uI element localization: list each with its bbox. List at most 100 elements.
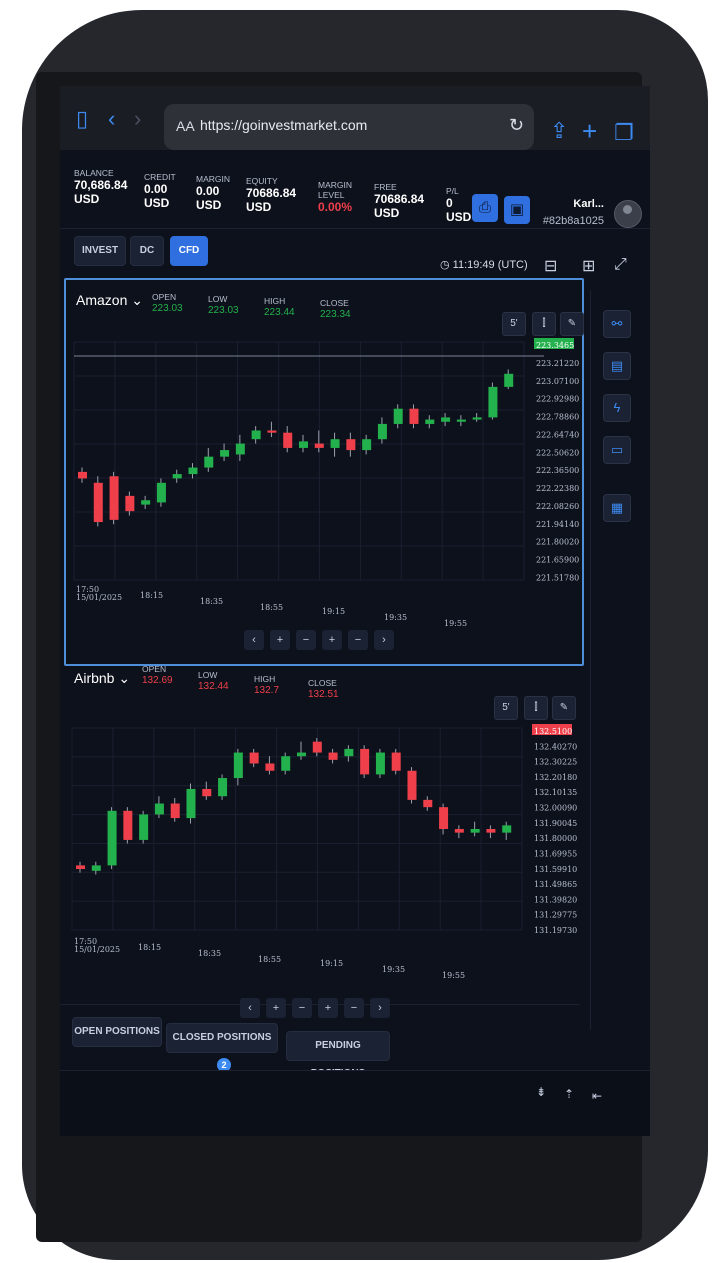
tab-dc[interactable]: DC [130,236,164,266]
calendar-button[interactable]: ▦ [603,494,631,522]
zoom-in-time-button[interactable]: + [322,629,342,650]
candle-body [125,495,135,512]
tab-cfd[interactable]: CFD [170,236,208,266]
zoom-out-time-button[interactable]: − [348,629,368,650]
candle-body [297,752,306,757]
tab-open-positions[interactable]: OPEN POSITIONS [72,1017,162,1047]
chart-panel-amazon[interactable]: Amazon ⌄ OPEN 223.03 LOW 223.03 HIGH 223.44… [64,278,584,666]
price-tick-label: 132.10135 [534,788,577,797]
new-tab-icon[interactable]: + [582,118,597,144]
forward-icon[interactable]: › [134,108,141,130]
pan-right-button[interactable]: › [374,629,394,650]
back-icon[interactable]: ‹ [108,108,115,130]
candlestick-chart[interactable]: 132.5100 132.40270 132.30225 132.20180 132.1… [64,722,580,986]
reload-icon[interactable]: ↻ [509,115,524,136]
address-bar[interactable]: AA https://goinvestmarket.com ↻ [164,104,534,150]
positions-tabs: OPEN POSITIONS CLOSED POSITIONS2 PENDING… [60,1004,580,1079]
chart-panel-airbnb[interactable]: Airbnb ⌄ OPEN 132.69 LOW 132.44 HIGH 132.7 … [64,662,580,1018]
pen-icon: ✎ [567,318,577,329]
candle-body [456,419,466,422]
candle-body [375,752,385,775]
tab-pending-positions[interactable]: PENDING POSITIONS [286,1031,390,1079]
candle-body [346,439,356,451]
candle-body [393,408,403,424]
candle-body [504,373,514,387]
candle-body [251,430,261,440]
pan-left-button[interactable]: ‹ [244,629,264,650]
deposit-icon: ⎙ [478,199,491,216]
tab-invest[interactable]: INVEST [74,236,126,266]
deposit-button[interactable]: ⎙ [472,194,498,222]
symbol-selector[interactable]: Airbnb ⌄ [74,670,130,687]
fullscreen-icon[interactable]: ⤢ [614,256,627,274]
sidebar-icon[interactable]: ▯ [76,108,88,130]
price-tick-label: 131.19730 [534,926,577,935]
expand-up-icon[interactable]: ⇡ [564,1087,574,1101]
compare-button[interactable]: ⚯ [603,310,631,338]
time-tick-label: 18:55 [258,955,281,964]
candle-body [328,752,338,760]
price-tick-label: 223.3465 [536,341,574,350]
wallet-icon: ▣ [509,201,525,218]
stat-equity: EQUITY 70686.84 USD [246,176,297,214]
candle-body [170,803,180,819]
positions-panel: ⇟ ⇡ ⇤ [60,1070,650,1136]
share-icon[interactable]: ⇪ [550,120,568,142]
ohlc-low: LOW 223.03 [208,294,239,316]
interval-button[interactable]: 5' [494,696,518,720]
time-tick-label: 19:15 [320,959,343,968]
avatar[interactable] [614,200,642,228]
interval-button[interactable]: 5' [502,312,526,336]
reader-aa-button[interactable]: AA [176,118,195,134]
zoom-out-button[interactable]: − [296,629,316,650]
candle-body [314,443,324,448]
draw-tool-button[interactable]: ✎ [552,696,576,720]
add-chart-icon[interactable]: ⊞ [582,256,595,276]
tab-closed-positions[interactable]: CLOSED POSITIONS2 [166,1023,278,1072]
price-tick-label: 221.80020 [536,538,579,547]
time-tick-label: 19:35 [384,613,407,622]
candle-type-button[interactable]: ⫿ [532,312,556,336]
clock-icon: ◷ [440,259,453,271]
candle-body [470,829,480,833]
collapse-icon[interactable]: ⇟ [536,1085,546,1099]
candle-body [141,500,151,505]
candle-body [488,386,498,418]
stat-margin: MARGIN 0.00 USD [196,174,230,212]
dock-left-icon[interactable]: ⇤ [592,1089,602,1103]
time-tick-label: 18:55 [260,603,283,612]
candle-body [330,439,340,448]
candle-body [76,865,85,870]
candle-body [281,756,291,771]
symbol-selector[interactable]: Amazon ⌄ [76,292,143,309]
candle-type-button[interactable]: ⫿ [524,696,548,720]
quick-trade-button[interactable]: ϟ [603,394,631,422]
candle-body [220,450,230,457]
price-tick-label: 222.50620 [536,448,579,457]
draw-tool-button[interactable]: ✎ [560,312,584,336]
zoom-in-button[interactable]: + [270,629,290,650]
candlestick-chart[interactable]: 223.3465 223.21220 223.07100 222.92980 222.7… [66,336,582,636]
candle-body [202,788,212,797]
candle-body [472,417,482,420]
user-name[interactable]: Karl... [573,198,604,210]
price-tick-label: 223.21220 [536,359,579,368]
price-tick-label: 131.90045 [534,819,577,828]
candle-body [186,788,196,819]
price-tick-label: 131.80000 [534,834,577,843]
candle-body [123,810,133,840]
user-id: #82b8a1025 [542,215,604,227]
price-tick-label: 222.36500 [536,466,579,475]
chat-button[interactable]: ▭ [603,436,631,464]
wallet-button[interactable]: ▣ [504,196,530,224]
tabs-icon[interactable]: ❐ [614,122,634,144]
ohlc-close: CLOSE 132.51 [308,678,339,700]
url-text[interactable]: https://goinvestmarket.com [200,117,367,133]
price-tick-label: 222.78860 [536,413,579,422]
time-tick-label: 18:35 [200,597,223,606]
layout-icon[interactable]: ⊟ [544,256,557,276]
calendar-icon: ▦ [610,500,624,515]
stat-margin-level: MARGIN LEVEL 0.00% [318,180,353,214]
price-tick-label: 132.20180 [534,773,577,782]
indicators-button[interactable]: ▤ [603,352,631,380]
